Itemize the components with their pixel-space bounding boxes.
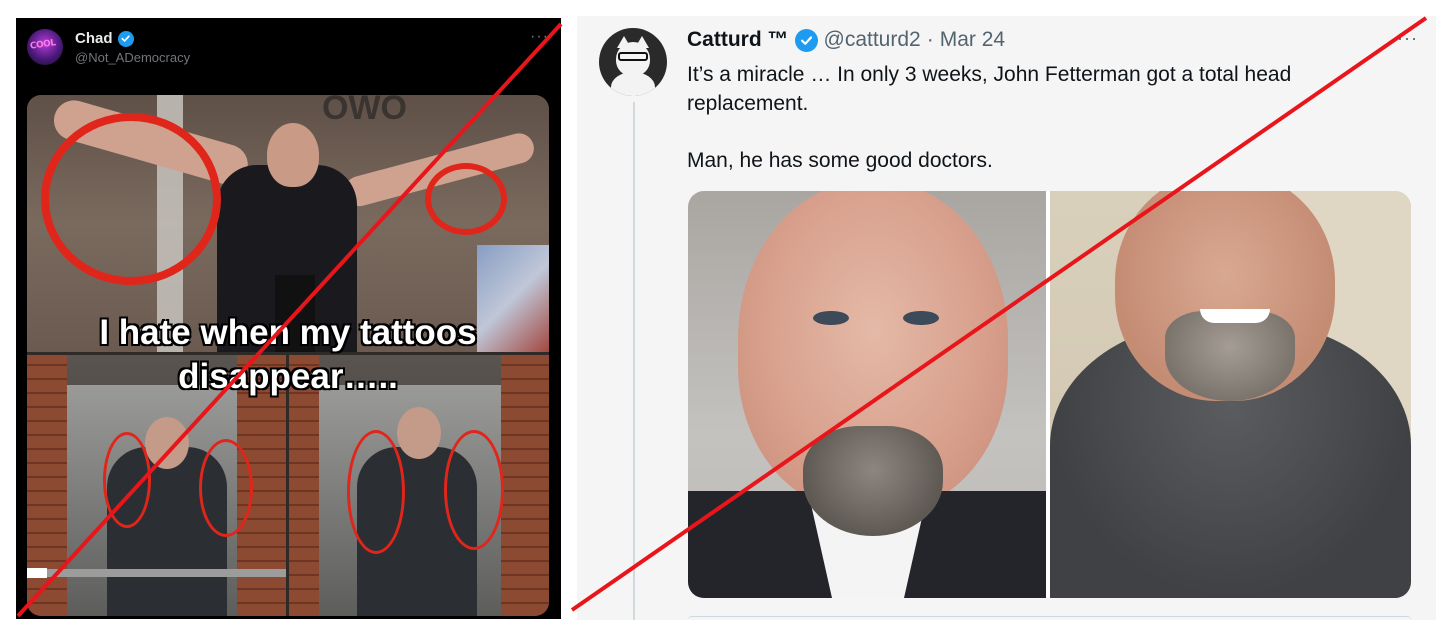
verified-badge-icon xyxy=(117,30,134,47)
tweet-text-line2: Man, he has some good doctors. xyxy=(687,149,993,172)
tweet-photo-left[interactable] xyxy=(688,191,1046,598)
avatar-logo-text: COOL xyxy=(29,38,57,52)
more-horizontal-icon[interactable]: ··· xyxy=(530,28,549,46)
right-tweet-text: It’s a miracle … In only 3 weeks, John F… xyxy=(687,60,1387,175)
speaker-head xyxy=(267,123,319,187)
quoted-card-edge xyxy=(688,616,1411,620)
right-tweet-handle[interactable]: @catturd2 xyxy=(824,28,921,52)
tattoo-circle-left xyxy=(41,113,221,285)
video-progress-bar xyxy=(27,569,286,577)
background-sign: OWO xyxy=(322,95,407,127)
arm-ellipse xyxy=(103,432,151,528)
catturd-avatar[interactable] xyxy=(599,28,667,96)
grey-beard xyxy=(1165,311,1295,401)
left-tweet-screenshot: COOL Chad @Not_ADemocracy ··· OWO I hate… xyxy=(16,18,561,619)
tweet-photo-grid xyxy=(688,191,1411,598)
left-tweet-name-row: Chad xyxy=(75,30,134,47)
right-tweet-screenshot: Catturd ™ @catturd2 · Mar 24 ··· It’s a … xyxy=(577,16,1436,620)
more-horizontal-icon[interactable]: ··· xyxy=(1397,28,1418,49)
left-tweet-display-name[interactable]: Chad xyxy=(75,30,113,47)
man-head xyxy=(145,417,189,469)
arm-ellipse xyxy=(347,430,405,554)
man-head xyxy=(397,407,441,459)
meme-caption-line2: disappear….. xyxy=(178,357,398,396)
arm-ellipse xyxy=(444,430,504,550)
thread-line xyxy=(633,102,635,620)
progress-indicator xyxy=(27,568,47,578)
goatee xyxy=(803,426,943,536)
right-tweet-header: Catturd ™ @catturd2 · Mar 24 xyxy=(687,28,1005,52)
left-tweet-handle[interactable]: @Not_ADemocracy xyxy=(75,50,190,65)
right-tweet-date[interactable]: Mar 24 xyxy=(940,28,1005,52)
chad-avatar[interactable]: COOL xyxy=(27,29,63,65)
tweet-photo-right[interactable] xyxy=(1050,191,1411,598)
eye xyxy=(903,311,939,325)
tweet-text-line1: It’s a miracle … In only 3 weeks, John F… xyxy=(687,63,1292,115)
arm-ellipse xyxy=(199,439,253,537)
verified-badge-icon xyxy=(794,28,818,52)
right-tweet-display-name[interactable]: Catturd ™ xyxy=(687,28,789,52)
meta-separator: · xyxy=(926,28,934,51)
eye xyxy=(813,311,849,325)
cat-glasses xyxy=(618,52,648,61)
tattoo-circle-right xyxy=(425,163,507,235)
meme-caption-line1: I hate when my tattoos xyxy=(99,313,477,352)
smile xyxy=(1200,309,1270,323)
meme-image[interactable]: OWO I hate when my tattoos disappear….. xyxy=(27,95,549,616)
